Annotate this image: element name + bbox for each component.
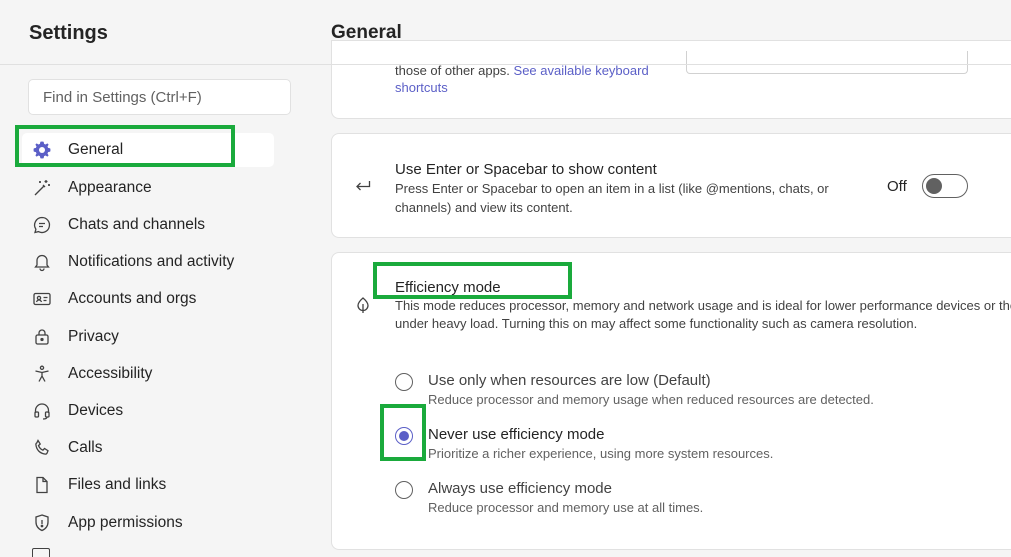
- lock-icon: [32, 327, 52, 347]
- enter-key-icon: [352, 175, 374, 197]
- radio-button[interactable]: [395, 481, 413, 499]
- headset-icon: [32, 401, 52, 421]
- sidebar-item-label: Notifications and activity: [68, 253, 235, 270]
- settings-sidebar: Settings General Appearance Chats and ch…: [0, 0, 310, 557]
- setting-description: This mode reduces processor, memory and …: [395, 298, 1011, 331]
- sidebar-item-label: Chats and channels: [68, 216, 206, 233]
- sidebar-item-notifications-and-activity[interactable]: Notifications and activity: [22, 245, 274, 279]
- sidebar-item-label: General: [68, 141, 124, 158]
- radio-description: Prioritize a richer experience, using mo…: [428, 446, 774, 461]
- phone-icon: [32, 438, 52, 458]
- sidebar-item-accessibility[interactable]: Accessibility: [22, 357, 274, 391]
- sidebar-item-label: Appearance: [68, 179, 152, 196]
- gear-icon: [32, 140, 52, 160]
- sidebar-item-label: App permissions: [68, 514, 183, 531]
- keyboard-shortcut-dropdown[interactable]: [686, 51, 968, 74]
- header-divider: [310, 64, 1011, 65]
- radio-label: Always use efficiency mode: [428, 480, 612, 497]
- efficiency-option-always[interactable]: Always use efficiency mode Reduce proces…: [395, 480, 1011, 525]
- radio-description: Reduce processor and memory usage when r…: [428, 392, 874, 407]
- bell-icon: [32, 252, 52, 272]
- sidebar-item-chats-and-channels[interactable]: Chats and channels: [22, 208, 274, 242]
- sidebar-item-label: Devices: [68, 402, 124, 419]
- magic-wand-icon: [32, 178, 52, 198]
- sidebar-item-files-and-links[interactable]: Files and links: [22, 468, 274, 502]
- chat-icon: [32, 215, 52, 235]
- shield-icon: [32, 513, 52, 533]
- sidebar-item-label: Privacy: [68, 328, 119, 345]
- document-icon: [32, 475, 52, 495]
- efficiency-option-never[interactable]: Never use efficiency mode Prioritize a r…: [395, 426, 1011, 471]
- radio-description: Reduce processor and memory use at all t…: [428, 500, 704, 515]
- toggle-state-label: Off: [887, 178, 907, 195]
- radio-button[interactable]: [395, 427, 413, 445]
- keyboard-shortcuts-card: those of other apps. See available keybo…: [331, 40, 1011, 119]
- sidebar-item-accounts-and-orgs[interactable]: Accounts and orgs: [22, 282, 274, 316]
- sidebar-item-label: Files and links: [68, 476, 167, 493]
- sidebar-item-label: Accessibility: [68, 365, 153, 382]
- radio-label: Never use efficiency mode: [428, 426, 605, 443]
- leaf-icon: [352, 294, 374, 316]
- sidebar-item-app-permissions[interactable]: App permissions: [22, 506, 274, 540]
- enter-spacebar-card: Use Enter or Spacebar to show content Pr…: [331, 133, 1011, 238]
- contact-card-icon: [32, 289, 52, 309]
- setting-title: Use Enter or Spacebar to show content: [395, 161, 657, 178]
- sidebar-divider: [0, 64, 310, 65]
- sidebar-item-general[interactable]: General: [22, 133, 274, 167]
- setting-description: Press Enter or Spacebar to open an item …: [395, 181, 829, 215]
- radio-label: Use only when resources are low (Default…: [428, 372, 711, 389]
- keyboard-shortcuts-text: those of other apps. See available keybo…: [395, 63, 649, 95]
- sidebar-item-devices[interactable]: Devices: [22, 394, 274, 428]
- sidebar-item-appearance[interactable]: Appearance: [22, 171, 274, 205]
- sidebar-title: Settings: [29, 22, 108, 44]
- settings-main: General those of other apps. See availab…: [310, 0, 1011, 557]
- enter-spacebar-toggle[interactable]: [922, 174, 968, 198]
- sidebar-item-label: Accounts and orgs: [68, 290, 197, 307]
- accessibility-icon: [32, 364, 52, 384]
- sidebar-item-privacy[interactable]: Privacy: [22, 320, 274, 354]
- sidebar-item-label: Calls: [68, 439, 103, 456]
- partial-icon: [32, 548, 50, 557]
- efficiency-mode-card: Efficiency mode This mode reduces proces…: [331, 252, 1011, 550]
- efficiency-option-low-resources[interactable]: Use only when resources are low (Default…: [395, 372, 1011, 417]
- settings-search-input[interactable]: [28, 79, 291, 115]
- radio-button[interactable]: [395, 373, 413, 391]
- sidebar-item-calls[interactable]: Calls: [22, 431, 274, 465]
- toggle-knob: [926, 178, 942, 194]
- setting-title: Efficiency mode: [395, 279, 501, 296]
